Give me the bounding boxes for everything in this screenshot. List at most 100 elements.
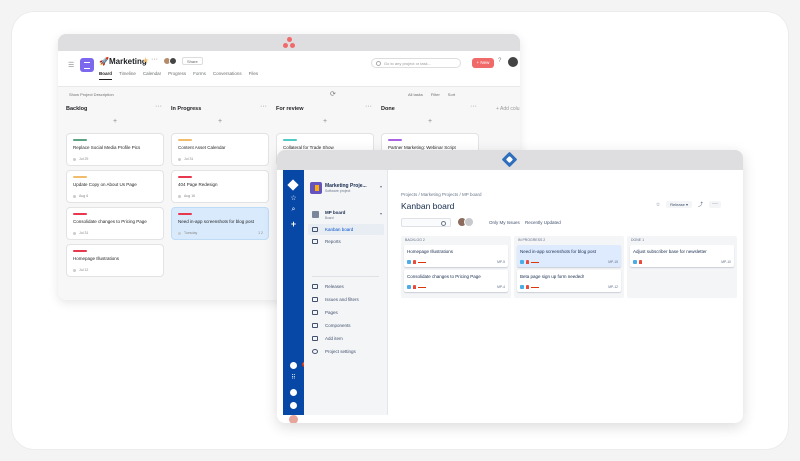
issue-meta <box>407 285 426 289</box>
column-more-icon[interactable]: ··· <box>470 103 477 110</box>
column-header: BACKLOG 2 <box>405 238 425 242</box>
star-icon[interactable]: ☆ <box>656 202 660 208</box>
new-button[interactable]: + New <box>472 58 494 68</box>
breadcrumb[interactable]: Projects / Marketing Projects / MP board <box>401 192 481 197</box>
task-card[interactable]: Homepage Illustrations Jul 12 <box>66 244 164 277</box>
sidebar-item-components[interactable]: Components <box>308 320 384 331</box>
column-more-icon[interactable]: ··· <box>155 103 162 110</box>
tag-bar <box>73 213 87 215</box>
more-icon[interactable]: ··· <box>709 201 721 208</box>
sidebar-item-label: Issues and filters <box>325 297 359 302</box>
show-description-link[interactable]: Show Project Description <box>69 92 114 97</box>
project-type: Software project <box>325 189 351 193</box>
more-icon[interactable]: ··· <box>151 56 158 63</box>
task-card[interactable]: Content Asset Calendar Jul 31 <box>171 133 269 166</box>
add-task-button[interactable]: + <box>171 118 269 128</box>
issue-card[interactable]: Adjust subscriber base for newsletter MP-… <box>630 245 734 267</box>
board-filters: All tasks Filter Sort <box>408 92 455 97</box>
project-tabs: Board Timeline Calendar Progress Forms C… <box>99 71 258 80</box>
sidebar-item-label: Add item <box>325 336 343 341</box>
tab-files[interactable]: Files <box>249 71 259 80</box>
sidebar-item-pages[interactable]: Pages <box>308 307 384 318</box>
project-title: 🚀Marketing <box>99 57 147 66</box>
add-task-button[interactable]: + <box>66 118 164 128</box>
sidebar-item-kanban-board[interactable]: Kanban board <box>308 224 384 235</box>
add-task-button[interactable]: + <box>381 118 479 128</box>
help-icon[interactable]: ? <box>498 58 501 64</box>
issue-card-selected[interactable]: Need in-app screenshots for blog post MP-… <box>517 245 621 267</box>
column-header: Backlog ··· <box>66 103 162 112</box>
tab-calendar[interactable]: Calendar <box>143 71 161 80</box>
tab-timeline[interactable]: Timeline <box>119 71 136 80</box>
release-button[interactable]: Release ▾ <box>666 201 692 208</box>
starred-icon[interactable]: ☆ <box>283 194 304 202</box>
task-name: Content Asset Calendar <box>178 145 226 150</box>
tab-forms[interactable]: Forms <box>193 71 206 80</box>
issue-card[interactable]: Consolidate changes to Pricing Page MP-4 <box>404 270 508 292</box>
issue-meta <box>520 260 539 264</box>
task-card-selected[interactable]: Need in-app screenshots for blog post Tue… <box>171 207 269 240</box>
recently-updated-filter[interactable]: Recently Updated <box>525 220 561 225</box>
share-button[interactable]: Share <box>182 57 203 65</box>
column-more-icon[interactable]: ··· <box>260 103 267 110</box>
jira-logo-icon <box>501 151 518 168</box>
sidebar-item-add-item[interactable]: Add item <box>308 333 384 344</box>
column-more-icon[interactable]: ··· <box>365 103 372 110</box>
release-label: Release <box>670 202 685 207</box>
sort-button[interactable]: Sort <box>448 92 455 97</box>
task-card[interactable]: Consolidate changes to Pricing Page Jul 3… <box>66 207 164 240</box>
priority-icon <box>526 260 529 264</box>
tab-board[interactable]: Board <box>99 71 113 80</box>
task-card[interactable]: Update Copy on About Us Page Aug 6 <box>66 170 164 203</box>
add-column-button[interactable]: + Add colu <box>496 106 520 112</box>
user-avatar[interactable] <box>289 415 298 423</box>
sidebar-item-releases[interactable]: Releases <box>308 281 384 292</box>
task-card[interactable]: Replace Social Media Profile Pics Jul 29 <box>66 133 164 166</box>
star-icon[interactable]: ★ <box>142 56 149 65</box>
jira-home-icon[interactable] <box>287 179 299 191</box>
create-icon[interactable]: + <box>283 219 304 229</box>
assignee-filter-avatars[interactable] <box>457 217 474 227</box>
chevron-down-icon: ▾ <box>379 184 382 189</box>
add-task-button[interactable]: + <box>276 118 374 128</box>
tag-bar <box>283 139 297 141</box>
project-switcher[interactable]: Marketing Proje... Software project ▾ <box>310 182 382 200</box>
priority-icon <box>639 260 642 264</box>
issue-key: MP-15 <box>608 260 618 264</box>
notifications-icon[interactable]: 9 <box>290 362 307 369</box>
kanban-column: BACKLOG 2 Homepage Illustrations MP-5 Con… <box>401 236 511 298</box>
filter-button[interactable]: Filter <box>431 92 440 97</box>
task-card[interactable]: 404 Page Redesign Aug 16 <box>171 170 269 203</box>
column-header: Done ··· <box>381 103 477 112</box>
issue-meta <box>633 260 642 264</box>
board-icon <box>312 211 319 218</box>
sidebar-item-label: Reports <box>325 239 341 244</box>
help-icon[interactable] <box>290 389 297 396</box>
all-tasks-filter[interactable]: All tasks <box>408 92 423 97</box>
issue-card[interactable]: Beta page sign up form needed! MP-12 <box>517 270 621 292</box>
sidebar-item-reports[interactable]: Reports <box>308 236 384 247</box>
sidebar-item-label: Pages <box>325 310 338 315</box>
issue-key: MP-5 <box>497 260 505 264</box>
settings-icon[interactable] <box>290 402 297 409</box>
issue-key: MP-10 <box>721 260 731 264</box>
search-icon[interactable]: ⌕ <box>283 206 304 214</box>
tag-bar <box>178 176 192 178</box>
share-icon[interactable]: ⤴ <box>698 201 703 208</box>
tag-bar <box>178 139 192 141</box>
search-input[interactable]: Go to any project or task... <box>371 58 461 68</box>
issue-card[interactable]: Homepage Illustrations MP-5 <box>404 245 508 267</box>
subtask-count: 1 2 <box>258 231 263 235</box>
tab-conversations[interactable]: Conversations <box>213 71 242 80</box>
only-my-issues-filter[interactable]: Only My Issues <box>489 220 520 225</box>
user-avatar[interactable] <box>508 57 518 67</box>
search-input[interactable] <box>401 218 451 227</box>
sidebar-item-project-settings[interactable]: Project settings <box>308 346 384 357</box>
apps-grid-icon[interactable]: ⠿ <box>283 374 304 381</box>
tab-progress[interactable]: Progress <box>168 71 186 80</box>
issue-summary: Homepage Illustrations <box>407 249 454 254</box>
menu-icon[interactable]: ☰ <box>68 61 74 69</box>
board-switcher[interactable]: MP board Board ▾ <box>310 210 382 222</box>
sidebar-item-issues[interactable]: Issues and filters <box>308 294 384 305</box>
member-avatars[interactable] <box>163 57 179 65</box>
